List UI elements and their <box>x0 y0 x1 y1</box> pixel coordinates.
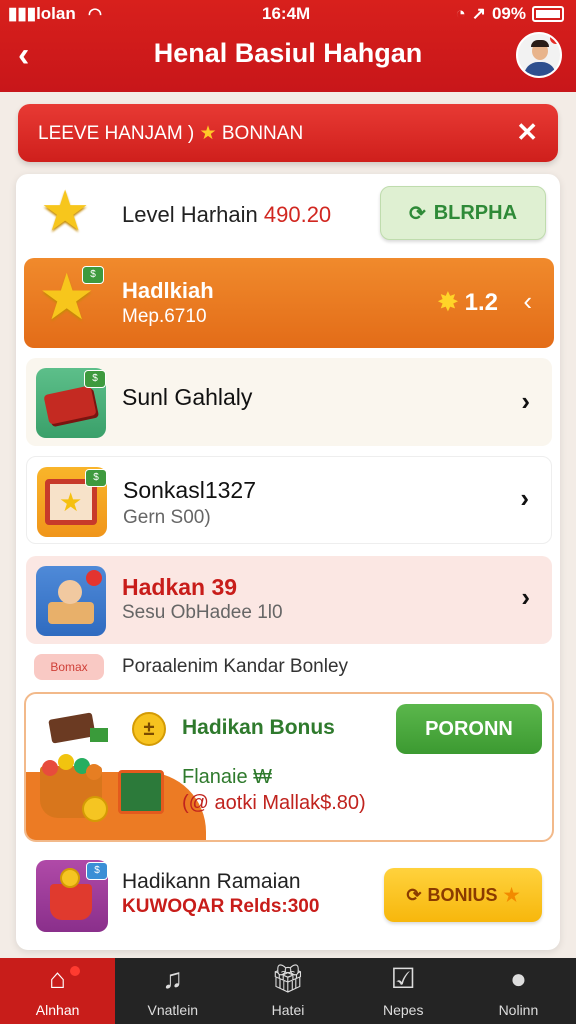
music-icon: ♫ <box>162 963 184 994</box>
featured-reward-row[interactable]: ★ $ Hadlkiah Mep.6710 ✸ 1.2 ‹ <box>24 258 554 348</box>
list-item[interactable]: $ Sunl Gahlaly › <box>26 358 552 446</box>
featured-title: Hadlkiah <box>122 278 214 303</box>
close-icon[interactable]: ✕ <box>516 117 538 148</box>
list-item[interactable]: ★ $ Sonkasl1327 Gern S00) › <box>26 456 552 544</box>
list-item: $ Hadikann Ramaian KUWOQAR Relds:300 ⟳ B… <box>26 850 552 940</box>
profile-icon: ● <box>509 963 527 994</box>
row-title: Hadikann <box>122 870 211 893</box>
bonus-card: ± Hadikan Bonus Flanaie ₩ (@ aotki Malla… <box>24 692 554 842</box>
nav-label: Hatei <box>271 1002 305 1018</box>
chevron-right-icon: › <box>521 386 530 416</box>
chevron-right-icon: › <box>520 483 529 513</box>
list-item-title: Hadkan 39 <box>122 574 238 600</box>
notification-dot <box>70 966 80 976</box>
location-icon: ↗ <box>471 4 486 23</box>
bonus-title: Hadikan Bonus <box>182 716 335 739</box>
tag-row: Bomax Poraalenim Kandar Bonley <box>34 650 544 684</box>
reading-icon <box>36 566 106 636</box>
chevron-right-icon: › <box>521 582 530 612</box>
star-icon: ★ <box>503 884 520 905</box>
gift-icon: 🎁︎ <box>270 963 306 994</box>
level-label: Level Harhain <box>122 202 258 227</box>
banner-text-suffix: BONNAN <box>221 123 304 144</box>
tasks-icon: ☑ <box>390 963 416 994</box>
row-subtitle: KUWOQAR Relds:300 <box>122 896 320 917</box>
refresh-icon: ⟳ <box>408 202 426 225</box>
coin-icon: ± <box>132 712 166 746</box>
nav-label: Nepes <box>382 1002 424 1018</box>
list-item-subtitle: Gern S00) <box>123 507 211 528</box>
list-item-title: Sonkasl1327 <box>123 477 256 503</box>
star-icon: ★ <box>40 179 91 242</box>
row-title-rest: Ramaian <box>210 870 301 893</box>
claim-button[interactable]: PORONN <box>396 704 542 754</box>
list-item-title: Sunl Gahlaly <box>122 384 253 410</box>
gift-bag-icon: $ <box>36 860 108 932</box>
coin-icon <box>82 796 108 822</box>
list-item[interactable]: Hadkan 39 Sesu ObHadee 1l0 › <box>26 556 552 644</box>
promo-banner: LEEVE HANJAM ) ★ BONNAN ✕ <box>18 104 558 162</box>
bonus-line-1: Flanaie ₩ <box>182 766 273 788</box>
featured-amount: 1.2 <box>464 289 498 316</box>
nav-item-home[interactable]: ⌂ Alnhan <box>0 958 116 1024</box>
avatar[interactable] <box>516 32 562 78</box>
nav-label: Alnhan <box>35 1002 80 1018</box>
battery-percent: 09% <box>491 4 526 23</box>
status-bar: ▮▮▮lolan ◠ 16:4M ◔ ↗ 09% <box>0 2 576 26</box>
bonus-line-2: (@ aotki Mallak$.80) <box>182 792 366 814</box>
refresh-icon: ⟳ <box>406 884 422 905</box>
bonus-button-label: BONIUS <box>427 884 498 905</box>
nav-label: Nolinn <box>498 1002 539 1018</box>
chevron-left-icon[interactable]: ‹ <box>523 286 532 317</box>
tag-text: Poraalenim Kandar Bonley <box>122 656 349 677</box>
home-icon: ⌂ <box>49 963 67 994</box>
level-value: 490.20 <box>263 202 332 227</box>
app-header: ▮▮▮lolan ◠ 16:4M ◔ ↗ 09% ‹ Henal Basiul … <box>0 0 576 92</box>
wifi-icon: ◠ <box>88 6 102 23</box>
level-row: ★ Level Harhain 490.20 ⟳ BLRPHA <box>24 179 552 250</box>
banner-text: LEEVE HANJAM ) <box>38 123 195 144</box>
bottom-nav: ⌂ Alnhan ♫ Vnatlein 🎁︎ Hatei ☑ Nepes ● N… <box>0 958 576 1024</box>
alarm-icon: ◔ <box>455 4 466 23</box>
signal-icon: ▮▮▮lolan <box>8 4 76 23</box>
battery-icon <box>532 6 564 22</box>
chocolate-icon <box>48 712 96 744</box>
tag-pill[interactable]: Bomax <box>34 654 104 680</box>
star-icon: ★ <box>199 123 217 144</box>
featured-subtitle: Mep.6710 <box>122 306 207 327</box>
status-time: 16:4M <box>262 4 311 23</box>
frame-star-icon: ★ $ <box>37 467 107 537</box>
nav-item-music[interactable]: ♫ Vnatlein <box>115 958 230 1024</box>
nav-item-gift[interactable]: 🎁︎ Hatei <box>230 958 345 1024</box>
level-action-button[interactable]: ⟳ BLRPHA <box>380 186 546 240</box>
nav-item-profile[interactable]: ● Nolinn <box>461 958 576 1024</box>
book-icon: $ <box>36 368 106 438</box>
bonus-button[interactable]: ⟳ BONIUS ★ <box>384 868 542 922</box>
sparkle-icon: ✸ <box>437 289 458 316</box>
level-action-label: BLRPHA <box>433 201 518 224</box>
carrier-label: lolan <box>36 4 76 23</box>
badge-icon: $ <box>82 266 104 284</box>
nav-label: Vnatlein <box>147 1002 199 1018</box>
page-title: Henal Basiul Hahgan <box>153 38 423 68</box>
list-item-subtitle: Sesu ObHadee 1l0 <box>122 602 283 623</box>
cash-box-icon <box>118 770 164 814</box>
cash-icon <box>90 728 108 742</box>
nav-item-tasks[interactable]: ☑ Nepes <box>346 958 461 1024</box>
